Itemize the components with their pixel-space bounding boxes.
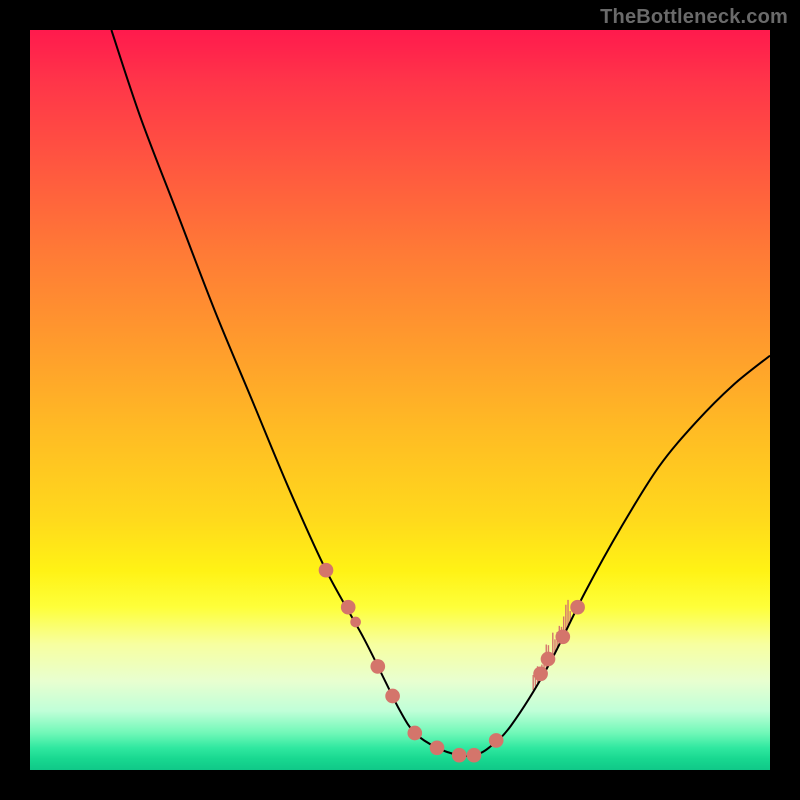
highlight-left-a — [319, 563, 334, 578]
highlight-right-b — [541, 652, 556, 667]
highlight-bottom-b — [430, 740, 445, 755]
curve-layer — [30, 30, 770, 770]
highlight-left-d — [370, 659, 385, 674]
watermark-text: TheBottleneck.com — [600, 6, 788, 29]
highlight-bottom-e — [489, 733, 504, 748]
marker-group — [319, 563, 585, 763]
highlight-bottom-a — [407, 726, 422, 741]
highlight-left-b — [341, 600, 356, 615]
highlight-left-c — [350, 617, 361, 628]
chart-frame: TheBottleneck.com — [0, 0, 800, 800]
highlight-right-c — [555, 629, 570, 644]
highlight-left-e — [385, 689, 400, 704]
highlight-bottom-c — [452, 748, 467, 763]
plot-area — [30, 30, 770, 770]
highlight-bottom-d — [467, 748, 482, 763]
highlight-right-a — [533, 666, 548, 681]
bottleneck-curve — [111, 30, 770, 756]
highlight-right-d — [570, 600, 585, 615]
